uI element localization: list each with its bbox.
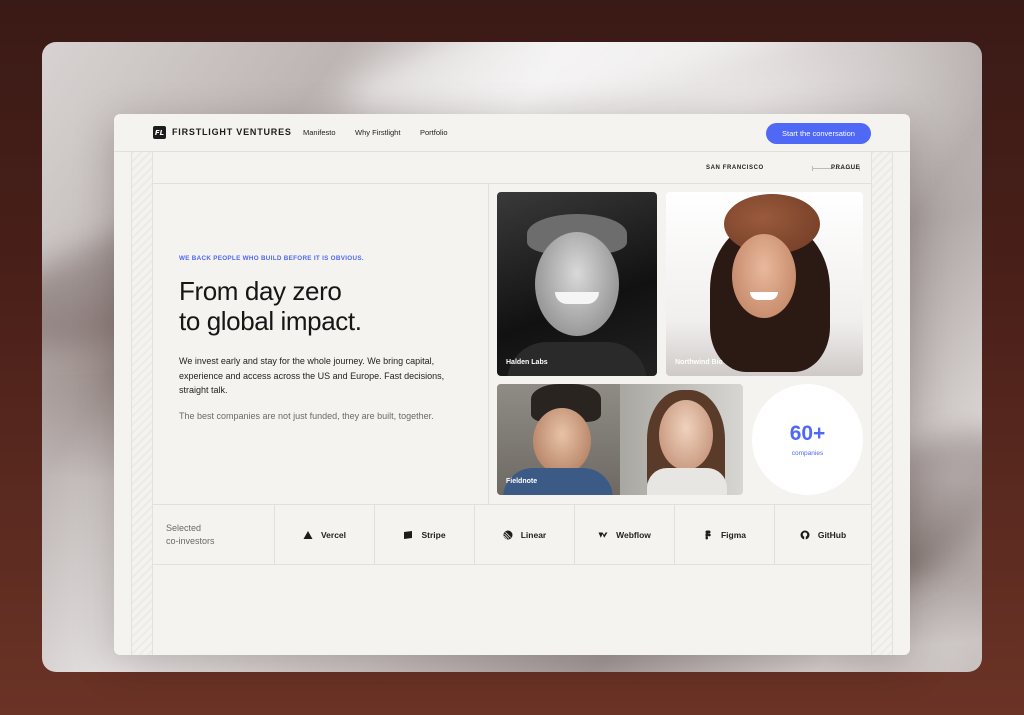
location-bar: SAN FRANCISCO PRAGUE bbox=[153, 153, 871, 184]
face-shape bbox=[659, 400, 713, 470]
stat-value: 60+ bbox=[789, 422, 826, 445]
coinvestors-label-line-2: co-investors bbox=[166, 536, 215, 546]
portfolio-card-halden-labs[interactable]: Halden Labs bbox=[497, 192, 657, 376]
coinvestor-vercel[interactable]: Vercel bbox=[274, 505, 374, 565]
figma-icon bbox=[705, 530, 711, 540]
linear-icon bbox=[503, 530, 513, 540]
portfolio-label: Fieldnote bbox=[506, 478, 538, 485]
companies-stat: 60+ companies bbox=[752, 384, 863, 495]
left-rail bbox=[131, 152, 153, 655]
coinvestor-name: Vercel bbox=[320, 530, 347, 540]
headline-line-2: to global impact. bbox=[179, 306, 362, 336]
face-shape bbox=[533, 408, 591, 474]
coinvestor-linear[interactable]: Linear bbox=[474, 505, 574, 565]
hero-body: We invest early and stay for the whole j… bbox=[179, 356, 445, 395]
face-shape bbox=[732, 234, 796, 318]
hero-text: WE BACK PEOPLE WHO BUILD BEFORE IT IS OB… bbox=[153, 184, 489, 504]
vercel-icon bbox=[303, 531, 313, 539]
logo-mark-icon[interactable]: FL bbox=[153, 126, 166, 139]
portfolio-card-northwind-bio[interactable]: Northwind Bio bbox=[666, 192, 863, 376]
stat-label: companies bbox=[791, 450, 824, 457]
nav-link-portfolio[interactable]: Portfolio bbox=[420, 128, 448, 137]
coinvestor-name: Stripe bbox=[421, 530, 446, 540]
start-conversation-button[interactable]: Start the conversation bbox=[766, 123, 871, 144]
scarf-shape bbox=[647, 468, 727, 495]
nav-link-manifesto[interactable]: Manifesto bbox=[303, 128, 336, 137]
coinvestor-github[interactable]: GitHub bbox=[774, 505, 871, 565]
coinvestor-name: Webflow bbox=[616, 530, 651, 540]
hero-eyebrow: WE BACK PEOPLE WHO BUILD BEFORE IT IS OB… bbox=[179, 255, 364, 262]
webflow-icon bbox=[598, 532, 608, 538]
coinvestors-strip: Selected co-investors Vercel Stripe Line… bbox=[153, 504, 871, 565]
smile-shape bbox=[750, 292, 778, 300]
headline-line-1: From day zero bbox=[179, 276, 342, 306]
browser-window: FL FIRSTLIGHT VENTURES Manifesto Why Fir… bbox=[114, 114, 910, 655]
brand-name[interactable]: FIRSTLIGHT VENTURES bbox=[172, 127, 292, 137]
coinvestor-name: Figma bbox=[720, 530, 747, 540]
coinvestor-name: Linear bbox=[520, 530, 547, 540]
top-nav: FL FIRSTLIGHT VENTURES Manifesto Why Fir… bbox=[114, 114, 910, 152]
coinvestors-label: Selected co-investors bbox=[166, 522, 215, 548]
right-rail bbox=[871, 152, 893, 655]
nav-link-why-firstlight[interactable]: Why Firstlight bbox=[355, 128, 400, 137]
portfolio-label: Northwind Bio bbox=[675, 359, 723, 366]
hero-tagline: The best companies are not just funded, … bbox=[179, 411, 434, 421]
github-icon bbox=[800, 530, 810, 540]
coinvestor-name: GitHub bbox=[817, 530, 847, 540]
coinvestor-webflow[interactable]: Webflow bbox=[574, 505, 674, 565]
face-shape bbox=[535, 232, 619, 336]
coinvestor-stripe[interactable]: Stripe bbox=[374, 505, 474, 565]
smile-shape bbox=[555, 292, 599, 304]
coinvestors-label-line-1: Selected bbox=[166, 523, 202, 533]
portfolio-card-fieldnote[interactable]: Fieldnote bbox=[497, 384, 743, 495]
stripe-icon bbox=[404, 531, 413, 539]
hero-headline: From day zero to global impact. bbox=[179, 276, 479, 336]
portfolio-label: Halden Labs bbox=[506, 359, 548, 366]
city-from: SAN FRANCISCO bbox=[706, 165, 764, 171]
city-to: PRAGUE bbox=[831, 165, 861, 171]
coinvestor-figma[interactable]: Figma bbox=[674, 505, 774, 565]
